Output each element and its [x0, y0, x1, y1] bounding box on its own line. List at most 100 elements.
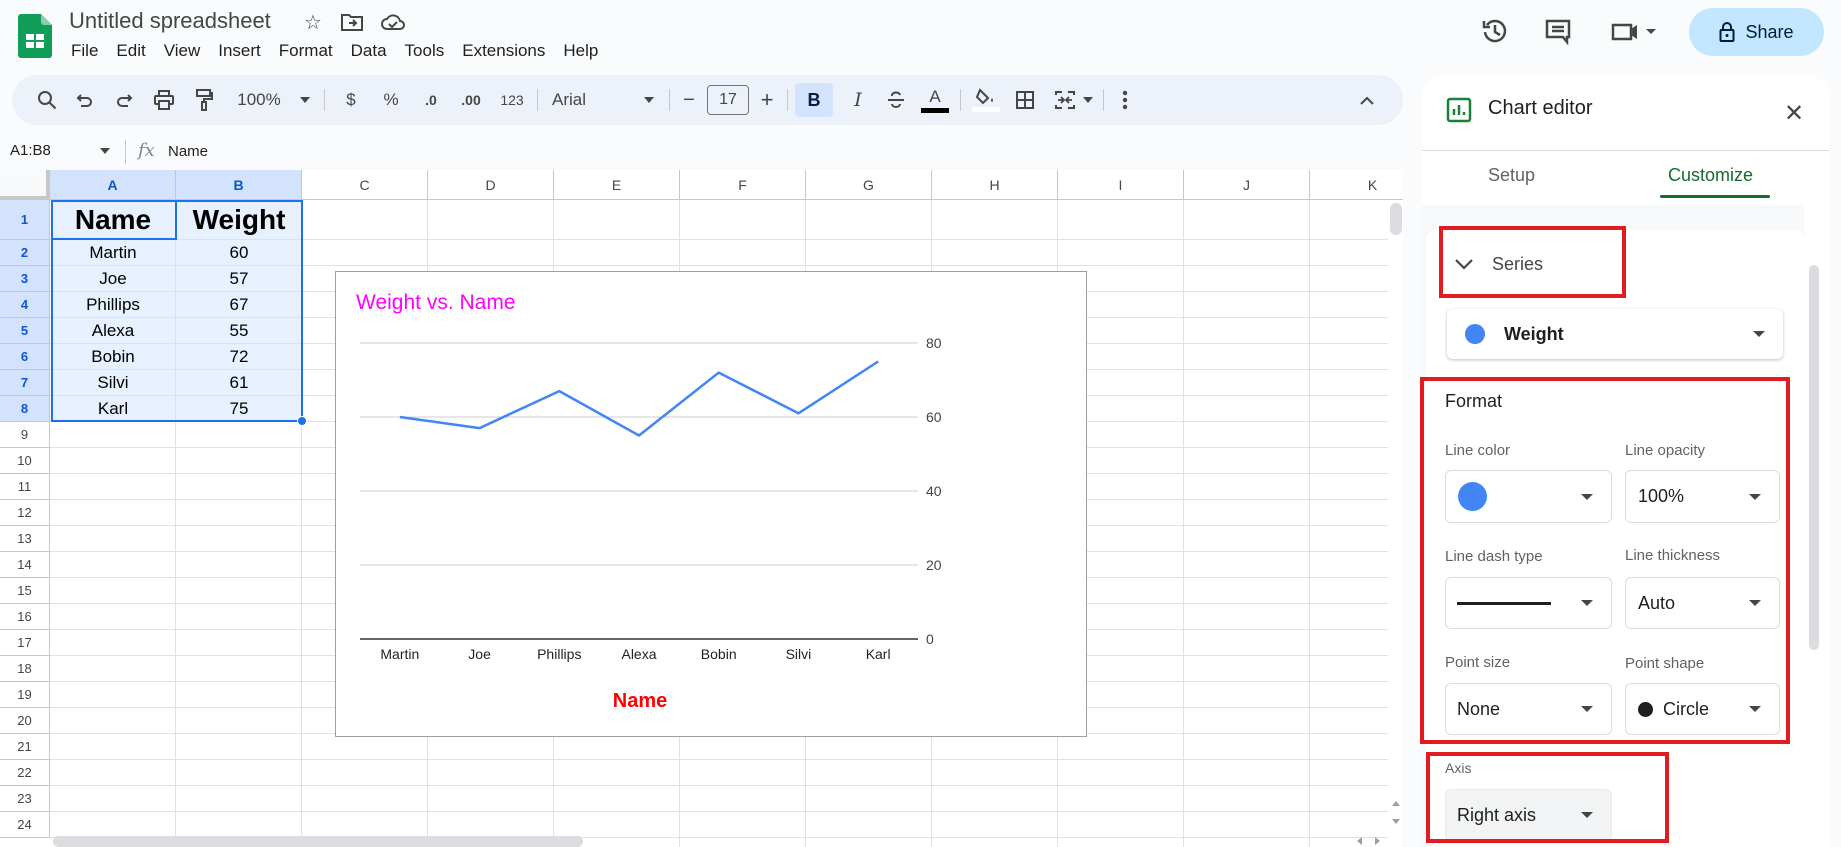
series-select[interactable]: Weight	[1447, 309, 1783, 359]
menu-file[interactable]: File	[62, 40, 107, 62]
decrease-decimal-button[interactable]: .0	[416, 75, 446, 125]
select-all-corner[interactable]	[0, 170, 50, 200]
row-header-22[interactable]: 22	[0, 760, 50, 786]
row-header-13[interactable]: 13	[0, 526, 50, 552]
increase-decimal-button[interactable]: .00	[456, 75, 486, 125]
point-size-select[interactable]: None	[1445, 683, 1612, 735]
percent-format-button[interactable]: %	[379, 75, 403, 125]
weight-cell[interactable]: 61	[176, 370, 302, 396]
menu-data[interactable]: Data	[342, 40, 396, 62]
name-cell[interactable]: Joe	[50, 266, 176, 292]
row-header-19[interactable]: 19	[0, 682, 50, 708]
paint-format-icon[interactable]	[189, 75, 219, 125]
collapse-toolbar-icon[interactable]	[1352, 75, 1382, 125]
redo-icon[interactable]	[109, 75, 139, 125]
row-header-4[interactable]: 4	[0, 292, 50, 318]
decrease-font-size-button[interactable]: −	[677, 75, 701, 125]
fill-color-button[interactable]	[969, 75, 1003, 125]
line-opacity-select[interactable]: 100%	[1625, 470, 1780, 523]
line-dash-type-select[interactable]	[1445, 577, 1612, 629]
name-box-dropdown-icon[interactable]	[100, 148, 110, 154]
more-formats-button[interactable]: 123	[496, 75, 528, 125]
print-icon[interactable]	[149, 75, 179, 125]
row-header-2[interactable]: 2	[0, 240, 50, 266]
column-header-h[interactable]: H	[932, 170, 1058, 200]
name-cell[interactable]: Martin	[50, 240, 176, 266]
menu-insert[interactable]: Insert	[209, 40, 270, 62]
row-header-18[interactable]: 18	[0, 656, 50, 682]
row-header-14[interactable]: 14	[0, 552, 50, 578]
weight-cell[interactable]: 60	[176, 240, 302, 266]
weight-cell[interactable]: 57	[176, 266, 302, 292]
row-header-23[interactable]: 23	[0, 786, 50, 812]
name-box[interactable]: A1:B8	[10, 142, 51, 159]
column-header-k[interactable]: K	[1310, 170, 1403, 200]
row-header-15[interactable]: 15	[0, 578, 50, 604]
cloud-saved-icon[interactable]	[381, 10, 405, 34]
formula-input[interactable]: Name	[168, 143, 208, 160]
column-header-j[interactable]: J	[1184, 170, 1310, 200]
star-icon[interactable]: ☆	[301, 10, 325, 34]
name-cell[interactable]: Phillips	[50, 292, 176, 318]
scroll-left-icon[interactable]	[1352, 834, 1367, 847]
row-header-17[interactable]: 17	[0, 630, 50, 656]
menu-extensions[interactable]: Extensions	[453, 40, 554, 62]
horizontal-scrollbar[interactable]	[53, 836, 583, 847]
weight-cell[interactable]: 55	[176, 318, 302, 344]
sheets-logo[interactable]	[18, 14, 52, 58]
row-header-3[interactable]: 3	[0, 266, 50, 292]
merge-cells-icon[interactable]	[1050, 75, 1080, 125]
embedded-chart[interactable]: Weight vs. Name 0 20 40 60 80 Martin Joe Phillip…	[335, 271, 1087, 737]
strikethrough-button[interactable]	[881, 75, 911, 125]
menu-view[interactable]: View	[155, 40, 210, 62]
row-header-24[interactable]: 24	[0, 812, 50, 838]
row-header-16[interactable]: 16	[0, 604, 50, 630]
scroll-down-icon[interactable]	[1388, 814, 1403, 829]
comments-icon[interactable]	[1543, 16, 1573, 46]
column-header-d[interactable]: D	[428, 170, 554, 200]
header-cell-weight[interactable]: Weight	[176, 200, 302, 240]
row-header-9[interactable]: 9	[0, 422, 50, 448]
row-header-6[interactable]: 6	[0, 344, 50, 370]
row-header-11[interactable]: 11	[0, 474, 50, 500]
row-header-7[interactable]: 7	[0, 370, 50, 396]
bold-button[interactable]: B	[795, 83, 833, 117]
italic-button[interactable]: I	[843, 75, 873, 125]
more-options-icon[interactable]	[1112, 75, 1138, 125]
undo-icon[interactable]	[70, 75, 100, 125]
row-header-10[interactable]: 10	[0, 448, 50, 474]
name-cell[interactable]: Karl	[50, 396, 176, 422]
weight-cell[interactable]: 67	[176, 292, 302, 318]
zoom-select[interactable]: 100%	[234, 75, 284, 125]
weight-cell[interactable]: 72	[176, 344, 302, 370]
name-cell[interactable]: Bobin	[50, 344, 176, 370]
move-to-folder-icon[interactable]	[340, 10, 364, 34]
column-header-a[interactable]: A	[50, 170, 176, 200]
menu-edit[interactable]: Edit	[107, 40, 154, 62]
point-shape-select[interactable]: Circle	[1625, 683, 1780, 735]
increase-font-size-button[interactable]: +	[755, 75, 779, 125]
line-color-select[interactable]	[1445, 470, 1612, 523]
vertical-scrollbar[interactable]	[1390, 203, 1402, 235]
column-header-g[interactable]: G	[806, 170, 932, 200]
merge-dropdown-icon[interactable]	[1081, 75, 1095, 125]
font-dropdown-icon[interactable]	[642, 75, 656, 125]
name-cell[interactable]: Alexa	[50, 318, 176, 344]
version-history-icon[interactable]	[1480, 16, 1510, 46]
axis-select[interactable]: Right axis	[1445, 789, 1612, 841]
tab-setup[interactable]: Setup	[1488, 165, 1535, 186]
column-header-i[interactable]: I	[1058, 170, 1184, 200]
name-cell[interactable]: Silvi	[50, 370, 176, 396]
scroll-right-icon[interactable]	[1370, 834, 1385, 847]
section-series-header[interactable]: Series	[1492, 254, 1543, 275]
share-button[interactable]: Share	[1689, 8, 1824, 56]
chevron-down-icon[interactable]	[1452, 252, 1476, 276]
row-header-20[interactable]: 20	[0, 708, 50, 734]
menu-tools[interactable]: Tools	[396, 40, 454, 62]
row-header-1[interactable]: 1	[0, 200, 50, 240]
fill-handle[interactable]	[297, 416, 307, 426]
text-color-button[interactable]: A	[919, 75, 951, 125]
panel-scrollbar[interactable]	[1809, 265, 1819, 650]
line-thickness-select[interactable]: Auto	[1625, 577, 1780, 629]
weight-cell[interactable]: 75	[176, 396, 302, 422]
